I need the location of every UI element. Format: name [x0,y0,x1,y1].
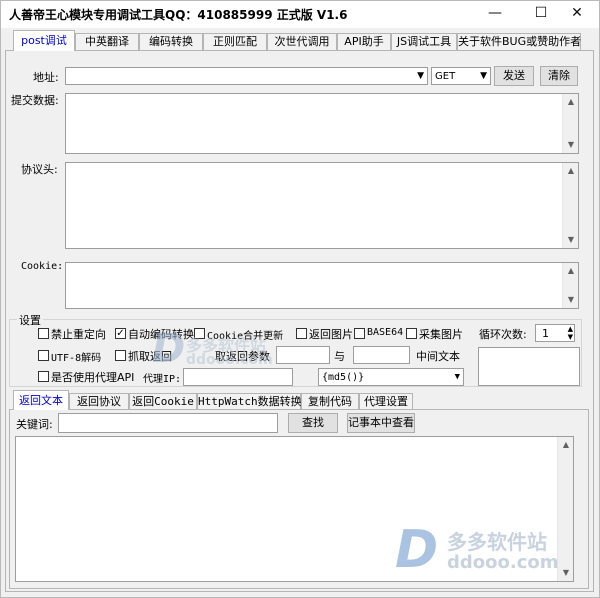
middle-text-label: 中间文本 [416,350,460,363]
chevron-down-icon: ▼ [480,71,487,81]
tab-translate[interactable]: 中英翻译 [75,33,139,50]
clear-button[interactable]: 清除 [540,66,578,86]
tab-next-gen-call[interactable]: 次世代调用 [267,33,337,50]
scroll-down-icon[interactable]: ▼ [563,232,579,248]
utf8-decode-label: UTF-8解码 [51,353,102,364]
tab-proxy-settings[interactable]: 代理设置 [359,393,413,409]
settings-label: 设置 [17,312,43,328]
use-proxy-label: 是否使用代理API [51,371,135,384]
vertical-scrollbar[interactable]: ▲ ▼ [562,263,578,308]
spinner-arrows-icon[interactable]: ▲ ▼ [568,325,573,341]
minimize-button[interactable]: — [474,1,516,27]
scroll-down-icon[interactable]: ▼ [563,137,579,153]
collect-image-checkbox[interactable] [406,328,417,339]
watermark-logo-icon: D [152,326,186,372]
scroll-down-icon[interactable]: ▼ [563,292,579,308]
watermark-url: ddooo.com [447,552,559,573]
close-button[interactable]: ✕ [556,1,598,27]
scroll-up-icon[interactable]: ▲ [563,263,579,279]
watermark-brand: 多多软件站 [447,530,547,554]
scroll-down-icon[interactable]: ▼ [558,565,574,581]
collect-image-label: 采集图片 [419,328,463,341]
submit-data-label: 提交数据: [11,94,59,107]
open-in-notepad-button[interactable]: 记事本中查看 [347,413,415,433]
tab-return-protocol[interactable]: 返回协议 [69,393,129,409]
cookie-textarea[interactable]: ▲ ▼ [65,262,579,309]
extract-end-input[interactable] [353,346,410,364]
send-button[interactable]: 发送 [494,66,534,86]
vertical-scrollbar[interactable]: ▲ ▼ [562,94,578,153]
tab-return-text[interactable]: 返回文本 [13,390,69,410]
tab-return-cookie[interactable]: 返回Cookie [129,393,197,409]
chevron-down-icon: ▼ [417,71,424,81]
proxy-ip-label: 代理IP: [143,374,182,385]
vertical-scrollbar[interactable]: ▲ ▼ [562,163,578,248]
method-value: GET [435,71,456,82]
return-image-label: 返回图片 [309,328,353,341]
keyword-input[interactable] [58,413,278,433]
submit-data-textarea[interactable]: ▲ ▼ [65,93,579,154]
address-label: 地址: [33,71,59,84]
capture-return-checkbox[interactable] [115,350,126,361]
find-button[interactable]: 查找 [288,413,338,433]
cookie-label: Cookie: [21,261,64,272]
window-title: 人善帝王心模块专用调试工具QQ：410885999 正式版 V1.6 [9,8,348,22]
vertical-scrollbar[interactable]: ▲ ▼ [557,437,573,581]
proxy-ip-input[interactable] [183,368,293,386]
and-label: 与 [334,350,345,363]
scroll-up-icon[interactable]: ▲ [558,437,574,453]
tab-encoding[interactable]: 编码转换 [139,33,203,50]
scroll-up-icon[interactable]: ▲ [563,163,579,179]
tab-copy-code[interactable]: 复制代码 [301,393,359,409]
watermark-logo-icon: D [395,520,439,580]
tab-api-helper[interactable]: API助手 [337,33,391,50]
no-redirect-checkbox[interactable] [38,328,49,339]
use-proxy-checkbox[interactable] [38,371,49,382]
hash-select[interactable]: {md5()} ▼ [318,368,464,386]
keyword-label: 关键词: [16,418,53,431]
tab-about[interactable]: 关于软件BUG或赞助作者 [457,33,581,50]
address-input[interactable]: ▼ [65,67,428,85]
return-image-checkbox[interactable] [296,328,307,339]
tab-post-debug[interactable]: post调试 [13,30,75,51]
header-label: 协议头: [21,163,58,176]
header-textarea[interactable]: ▲ ▼ [65,162,579,249]
method-select[interactable]: GET ▼ [431,67,491,85]
tab-httpwatch[interactable]: HttpWatch数据转换 [197,393,302,409]
base64-checkbox[interactable] [354,328,365,339]
loop-count-value: 1 [542,327,549,340]
auto-encoding-checkbox[interactable]: ✓ [115,328,126,339]
loop-count-label: 循环次数: [479,328,527,341]
hash-value: {md5()} [322,372,365,383]
middle-text-output[interactable] [478,347,580,386]
tab-regex[interactable]: 正则匹配 [203,33,267,50]
base64-label: BASE64 [367,327,404,338]
loop-count-spinner[interactable]: 1 ▲ ▼ [535,324,575,342]
utf8-decode-checkbox[interactable] [38,350,49,361]
no-redirect-label: 禁止重定向 [51,328,106,341]
extract-start-input[interactable] [276,346,330,364]
tab-js-debug[interactable]: JS调试工具 [391,33,457,50]
scroll-up-icon[interactable]: ▲ [563,94,579,110]
watermark-url: ddooo.com [186,352,273,368]
chevron-down-icon: ▼ [454,372,460,382]
